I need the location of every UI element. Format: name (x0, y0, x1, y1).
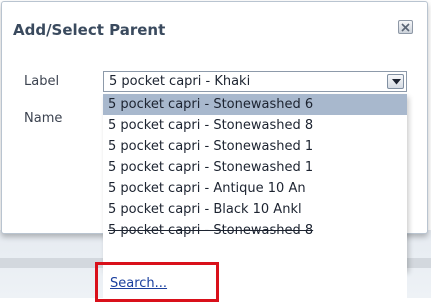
dropdown-option[interactable]: 5 pocket capri - Stonewashed 1 (103, 136, 407, 157)
dropdown-option[interactable]: 5 pocket capri - Black 10 Ankl (103, 199, 407, 220)
dropdown-option[interactable]: 5 pocket capri - Stonewashed 1 (103, 157, 407, 178)
close-icon (401, 23, 410, 32)
label-dropdown-list: 5 pocket capri - Stonewashed 6 5 pocket … (103, 94, 407, 270)
highlight-annotation (95, 262, 219, 302)
dropdown-toggle-button[interactable] (387, 74, 404, 89)
close-button[interactable] (398, 20, 413, 34)
dropdown-option[interactable]: 5 pocket capri - Stonewashed 6 (103, 94, 407, 115)
dialog-title: Add/Select Parent (13, 21, 166, 39)
dropdown-option[interactable]: 5 pocket capri - Stonewashed 8 (103, 115, 407, 136)
label-field-label: Label (24, 74, 60, 89)
chevron-down-icon (392, 79, 401, 85)
name-field-label: Name (24, 111, 63, 126)
label-select-value: 5 pocket capri - Khaki (109, 74, 251, 89)
label-select[interactable]: 5 pocket capri - Khaki (103, 71, 407, 92)
dropdown-option[interactable]: 5 pocket capri - Stonewashed 8 (103, 220, 407, 241)
dropdown-option[interactable]: 5 pocket capri - Antique 10 An (103, 178, 407, 199)
